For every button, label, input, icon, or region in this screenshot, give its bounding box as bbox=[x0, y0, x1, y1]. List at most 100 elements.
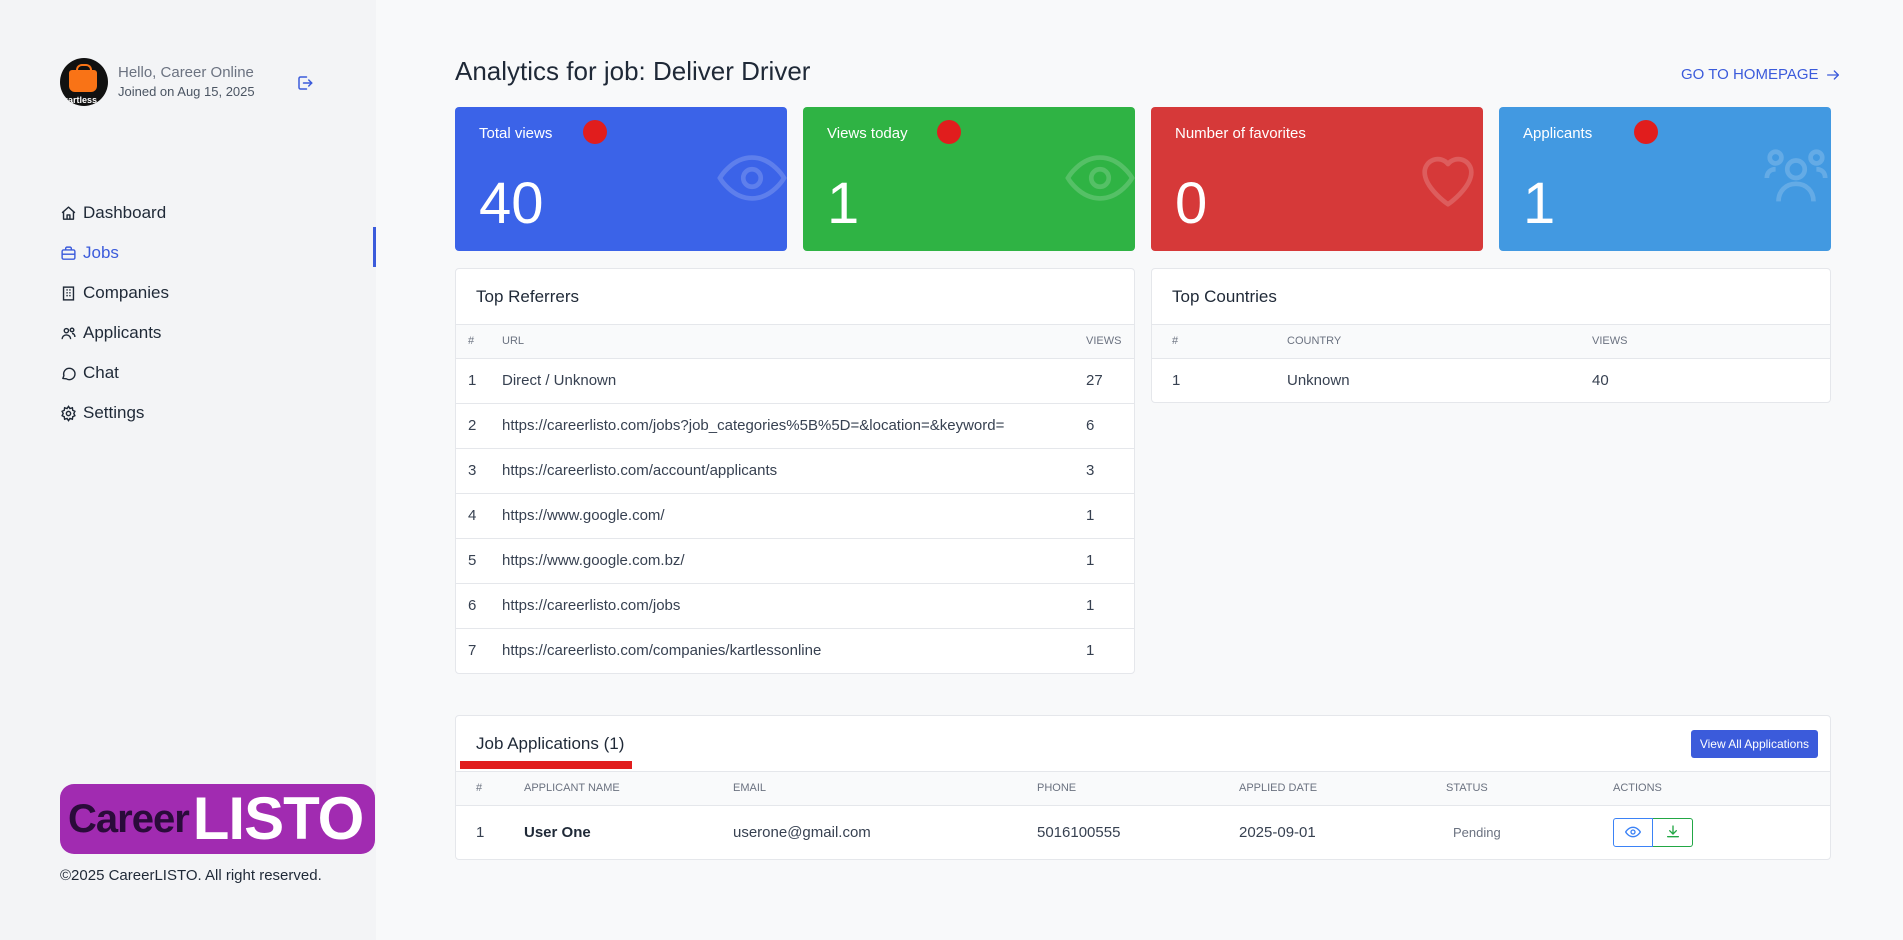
table-header-row: # URL VIEWS bbox=[456, 325, 1134, 359]
table-row: 3 https://careerlisto.com/account/applica… bbox=[456, 448, 1134, 494]
row-number: 6 bbox=[456, 583, 502, 629]
row-number: 2 bbox=[456, 403, 502, 449]
top-countries-table: # COUNTRY VIEWS 1 Unknown 40 bbox=[1152, 325, 1830, 402]
chat-icon bbox=[62, 367, 76, 380]
joined-date: Joined on Aug 15, 2025 bbox=[118, 84, 255, 99]
table-row: 7 https://careerlisto.com/companies/kartl… bbox=[456, 628, 1134, 673]
applicant-name: User One bbox=[524, 823, 591, 841]
country-name: Unknown bbox=[1287, 372, 1350, 390]
shopping-bag-icon bbox=[69, 64, 97, 92]
status-badge: Pending bbox=[1453, 824, 1501, 840]
row-number: 1 bbox=[476, 823, 485, 841]
eye-icon bbox=[1065, 155, 1135, 201]
column-header: APPLICANT NAME bbox=[524, 772, 733, 806]
views-count: 27 bbox=[1086, 358, 1134, 404]
job-applications-title: Job Applications (1) bbox=[476, 734, 625, 753]
avatar[interactable]: kartless bbox=[60, 58, 108, 106]
notification-dot bbox=[1634, 120, 1658, 144]
table-row: 1 User One userone@gmail.com 5016100555 … bbox=[456, 805, 1830, 859]
briefcase-icon bbox=[61, 245, 76, 260]
sidebar-item-chat[interactable]: Chat bbox=[60, 353, 169, 393]
job-applications-card: Job Applications (1) View All Applicatio… bbox=[455, 715, 1831, 860]
download-resume-button[interactable] bbox=[1653, 817, 1693, 847]
arrow-right-icon bbox=[1826, 69, 1839, 80]
stat-card-applicants: Applicants 1 bbox=[1499, 107, 1831, 251]
sidebar-item-label: Chat bbox=[83, 363, 119, 382]
brand-logo-part1: Career bbox=[68, 796, 190, 841]
views-count: 1 bbox=[1086, 538, 1134, 584]
page-title: Analytics for job: Deliver Driver bbox=[455, 56, 811, 86]
column-header: # bbox=[456, 772, 524, 806]
view-application-button[interactable] bbox=[1613, 817, 1653, 847]
sidebar-item-jobs[interactable]: Jobs bbox=[60, 233, 169, 273]
sidebar-nav: Dashboard Jobs Companies Applicants Chat… bbox=[60, 193, 169, 433]
avatar-text: kartless bbox=[63, 95, 98, 105]
column-header: COUNTRY bbox=[1287, 325, 1592, 359]
sidebar-item-settings[interactable]: Settings bbox=[60, 393, 169, 433]
stat-value: 40 bbox=[479, 171, 544, 236]
top-referrers-title: Top Referrers bbox=[456, 269, 1134, 325]
referrer-url: https://www.google.com/ bbox=[502, 493, 1086, 539]
column-header: PHONE bbox=[1037, 772, 1239, 806]
row-number: 5 bbox=[456, 538, 502, 584]
active-nav-indicator bbox=[373, 227, 376, 267]
table-row: 1 Direct / Unknown 27 bbox=[456, 358, 1134, 404]
sidebar: kartless Hello, Career Online Joined on … bbox=[0, 0, 376, 940]
view-all-applications-button[interactable]: View All Applications bbox=[1690, 730, 1818, 758]
stat-label: Applicants bbox=[1523, 125, 1593, 142]
table-row: 4 https://www.google.com/1 bbox=[456, 493, 1134, 539]
stat-value: 1 bbox=[1523, 171, 1556, 236]
job-applications-header: Job Applications (1) View All Applicatio… bbox=[456, 716, 1830, 772]
copyright: ©2025 CareerLISTO. All right reserved. bbox=[60, 867, 322, 884]
sidebar-item-label: Dashboard bbox=[83, 203, 167, 222]
top-countries-title: Top Countries bbox=[1152, 269, 1830, 325]
column-header: # bbox=[1152, 325, 1287, 359]
brand-logo: Career LISTO bbox=[60, 784, 375, 854]
referrer-url: https://careerlisto.com/jobs?job_categor… bbox=[502, 403, 1086, 449]
stat-card-total-views: Total views 40 bbox=[455, 107, 787, 251]
gear-icon bbox=[61, 404, 76, 422]
brand-logo-part2: LISTO bbox=[192, 785, 365, 852]
users-icon bbox=[1764, 149, 1828, 202]
highlight-underline bbox=[460, 761, 632, 769]
sidebar-item-label: Applicants bbox=[83, 323, 162, 342]
referrer-url: https://www.google.com.bz/ bbox=[502, 538, 1086, 584]
stat-card-views-today: Views today 1 bbox=[803, 107, 1135, 251]
views-count: 6 bbox=[1086, 403, 1134, 449]
applied-date: 2025-09-01 bbox=[1239, 823, 1316, 841]
eye-icon bbox=[1625, 826, 1641, 838]
greeting: Hello, Career Online bbox=[118, 64, 254, 81]
go-to-homepage-link[interactable]: GO TO HOMEPAGE bbox=[1681, 66, 1841, 83]
row-number: 1 bbox=[456, 358, 502, 404]
heart-icon bbox=[1422, 156, 1474, 207]
notification-dot bbox=[937, 120, 961, 144]
row-number: 1 bbox=[1172, 372, 1181, 390]
stat-label: Total views bbox=[479, 125, 553, 142]
stat-value: 1 bbox=[827, 171, 860, 236]
applicant-phone: 5016100555 bbox=[1037, 823, 1121, 841]
referrer-url: https://careerlisto.com/companies/kartle… bbox=[502, 642, 822, 660]
table-header-row: # APPLICANT NAME EMAIL PHONE APPLIED DAT… bbox=[456, 772, 1830, 806]
eye-icon bbox=[717, 155, 787, 201]
column-header: ACTIONS bbox=[1613, 772, 1830, 806]
sidebar-item-applicants[interactable]: Applicants bbox=[60, 313, 169, 353]
referrer-url: Direct / Unknown bbox=[502, 358, 1086, 404]
column-header: # bbox=[456, 325, 502, 359]
sidebar-item-dashboard[interactable]: Dashboard bbox=[60, 193, 169, 233]
referrer-url: https://careerlisto.com/account/applican… bbox=[502, 448, 1086, 494]
sidebar-item-companies[interactable]: Companies bbox=[60, 273, 169, 313]
sidebar-item-label: Jobs bbox=[83, 243, 119, 262]
user-profile: kartless Hello, Career Online Joined on … bbox=[60, 58, 255, 106]
stat-card-favorites: Number of favorites 0 bbox=[1151, 107, 1483, 251]
column-header: STATUS bbox=[1446, 772, 1613, 806]
sidebar-item-label: Settings bbox=[83, 403, 145, 422]
users-icon bbox=[61, 326, 76, 339]
job-applications-table: # APPLICANT NAME EMAIL PHONE APPLIED DAT… bbox=[456, 772, 1830, 859]
logout-icon[interactable] bbox=[296, 74, 314, 92]
top-referrers-card: Top Referrers # URL VIEWS 1 Direct / Unkn… bbox=[455, 268, 1135, 674]
go-to-homepage-label: GO TO HOMEPAGE bbox=[1681, 66, 1819, 83]
building-icon bbox=[62, 285, 75, 301]
row-number: 7 bbox=[468, 642, 477, 660]
stat-value: 0 bbox=[1175, 171, 1208, 236]
column-header: VIEWS bbox=[1592, 325, 1830, 359]
